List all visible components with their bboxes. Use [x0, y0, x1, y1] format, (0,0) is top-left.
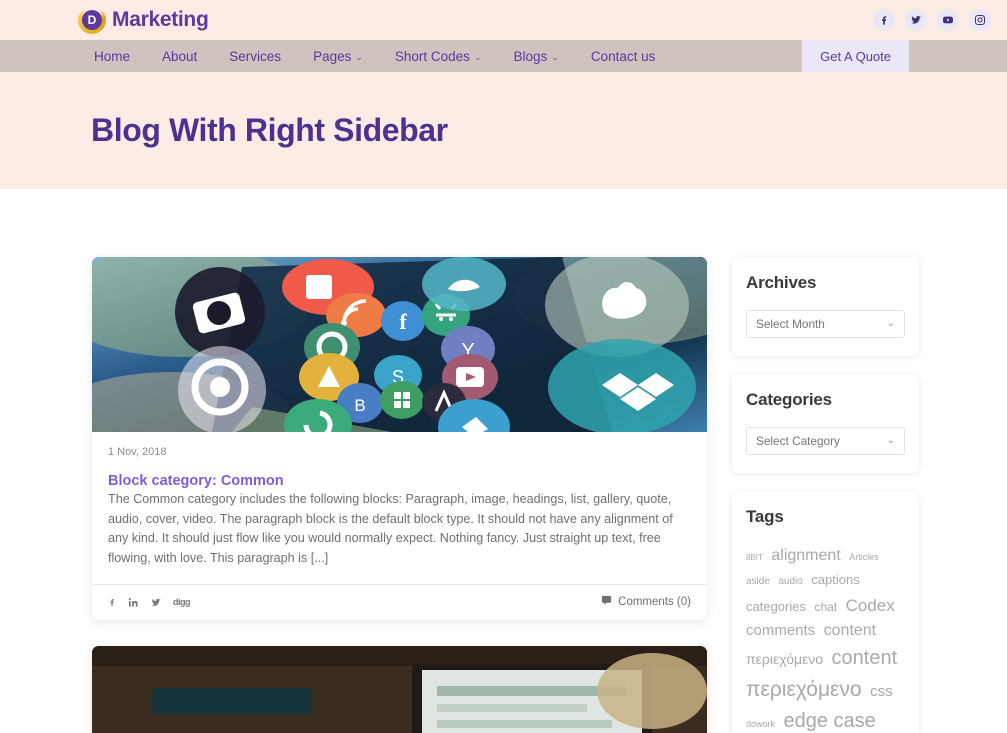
twitter-icon[interactable]	[150, 597, 162, 608]
post-list: f Y S B 1 Nov, 2018 Block category: Comm…	[92, 257, 707, 733]
site-logo[interactable]: D Marketing	[78, 6, 209, 34]
top-bar: D Marketing	[0, 0, 1007, 40]
social-links	[873, 9, 991, 31]
comments-link[interactable]: Comments (0)	[601, 595, 691, 609]
tag-link[interactable]: περιεχόμενο	[746, 651, 823, 667]
tag-link[interactable]: dowork	[746, 719, 775, 729]
sidebar: Archives Select Month ⌄ Categories Selec…	[732, 257, 919, 733]
nav-item-blogs[interactable]: Blogs ⌄	[497, 40, 574, 72]
logo-text: Marketing	[112, 8, 209, 31]
page-body: f Y S B 1 Nov, 2018 Block category: Comm…	[0, 189, 1007, 733]
chevron-down-icon: ⌄	[886, 435, 895, 446]
nav-links: Home About Services Pages ⌄ Short Codes …	[78, 40, 671, 72]
post-image-graphic: f Y S B	[92, 257, 707, 432]
tag-link[interactable]: edge case	[783, 710, 875, 732]
nav-item-services[interactable]: Services	[213, 40, 297, 72]
tag-link[interactable]: css	[870, 683, 893, 700]
chevron-down-icon: ⌄	[473, 51, 482, 62]
nav-item-pages[interactable]: Pages ⌄	[297, 40, 379, 72]
post-card	[92, 646, 707, 733]
share-links: digg	[108, 596, 191, 609]
svg-text:f: f	[399, 309, 407, 334]
logo-letter: D	[82, 10, 102, 30]
post-excerpt: The Common category includes the followi…	[108, 492, 673, 565]
widget-title: Tags	[746, 507, 784, 526]
nav-label: About	[162, 48, 198, 64]
nav-item-about[interactable]: About	[146, 40, 213, 72]
tag-link[interactable]: comments	[746, 622, 815, 639]
nav-label: Blogs	[513, 48, 548, 64]
tag-link[interactable]: audio	[778, 576, 802, 587]
chevron-down-icon: ⌄	[886, 318, 895, 329]
nav-label: Short Codes	[394, 48, 470, 64]
twitter-icon[interactable]	[905, 9, 927, 31]
main-navigation: Home About Services Pages ⌄ Short Codes …	[0, 40, 1007, 72]
tag-link[interactable]: content	[824, 622, 876, 639]
comment-bubble-icon	[601, 595, 612, 609]
nav-label: Home	[94, 48, 131, 64]
page-title: Blog With Right Sidebar	[91, 112, 448, 148]
post-title-link[interactable]: Block category: Common	[108, 473, 284, 489]
tag-link[interactable]: Articles	[849, 552, 879, 562]
tag-link[interactable]: Codex	[846, 596, 895, 615]
facebook-icon[interactable]	[108, 596, 117, 609]
tag-link[interactable]: 8BIT	[746, 553, 763, 562]
chevron-down-icon: ⌄	[551, 51, 559, 62]
page-hero: Blog With Right Sidebar	[0, 72, 1007, 189]
categories-select[interactable]: Select Category ⌄	[746, 427, 905, 455]
nav-item-contact-us[interactable]: Contact us	[575, 40, 672, 72]
nav-label: Contact us	[590, 48, 656, 64]
widget-categories: Categories Select Category ⌄	[732, 374, 919, 473]
chevron-down-icon: ⌄	[355, 51, 363, 62]
digg-icon[interactable]: digg	[173, 597, 191, 607]
comments-label: Comments (0)	[618, 596, 691, 609]
nav-label: Services	[229, 48, 282, 64]
tag-link[interactable]: alignment	[771, 547, 840, 564]
widget-tags: Tags 8BIT alignment Articles aside audio…	[732, 491, 919, 733]
tag-link[interactable]: chat	[814, 600, 837, 614]
tag-link[interactable]: content	[832, 647, 898, 669]
post-image-graphic	[92, 646, 707, 733]
linkedin-icon[interactable]	[128, 597, 139, 608]
widget-title: Categories	[746, 390, 832, 409]
nav-label: Pages	[313, 48, 352, 64]
nav-item-home[interactable]: Home	[78, 40, 146, 72]
post-footer: digg Comments (0)	[92, 584, 707, 620]
post-card: f Y S B 1 Nov, 2018 Block category: Comm…	[92, 257, 707, 621]
archives-select-value: Select Month	[756, 317, 825, 331]
archives-select[interactable]: Select Month ⌄	[746, 310, 905, 338]
widget-title: Archives	[746, 273, 817, 292]
tag-link[interactable]: categories	[746, 599, 806, 614]
get-a-quote-button[interactable]: Get A Quote	[802, 40, 909, 72]
widget-archives: Archives Select Month ⌄	[732, 257, 919, 356]
tag-link[interactable]: captions	[811, 572, 859, 587]
instagram-icon[interactable]	[969, 9, 991, 31]
tag-cloud: 8BIT alignment Articles aside audio capt…	[746, 544, 905, 733]
facebook-icon[interactable]	[873, 9, 895, 31]
categories-select-value: Select Category	[756, 434, 840, 448]
tag-link[interactable]: περιεχόμενο	[746, 678, 862, 701]
nav-item-short-codes[interactable]: Short Codes ⌄	[379, 40, 498, 72]
post-date: 1 Nov, 2018	[108, 446, 167, 458]
youtube-icon[interactable]	[937, 9, 959, 31]
post-featured-image[interactable]	[92, 646, 707, 733]
logo-mark-icon: D	[78, 6, 106, 34]
svg-text:B: B	[354, 396, 365, 415]
post-body: 1 Nov, 2018 Block category: Common The C…	[92, 432, 707, 620]
post-featured-image[interactable]: f Y S B	[92, 257, 707, 432]
tag-link[interactable]: aside	[746, 576, 770, 587]
